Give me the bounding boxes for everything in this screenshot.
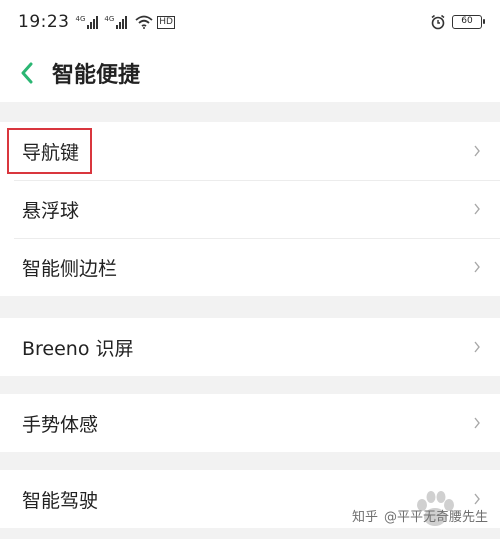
watermark-author: @平平无奇腰先生 bbox=[383, 510, 488, 525]
chevron-right-icon bbox=[474, 203, 480, 215]
page-title: 智能便捷 bbox=[52, 63, 141, 88]
alarm-clock-icon bbox=[431, 14, 445, 30]
settings-item-label: 智能侧边栏 bbox=[22, 257, 118, 280]
settings-item-gestures[interactable]: 手势体感 bbox=[0, 394, 500, 452]
settings-screen: 19:23 4G 4G HD 60 智能便捷 导航键 悬浮球 智能侧边栏 Bre… bbox=[0, 0, 500, 539]
settings-item-floating-ball[interactable]: 悬浮球 bbox=[0, 180, 500, 238]
back-arrow-icon[interactable] bbox=[14, 58, 40, 88]
settings-item-label: 悬浮球 bbox=[22, 199, 80, 222]
chevron-right-icon bbox=[474, 261, 480, 273]
signal-tag: 4G bbox=[75, 15, 86, 23]
settings-group-1: 导航键 悬浮球 智能侧边栏 bbox=[0, 122, 500, 296]
chevron-right-icon bbox=[474, 417, 480, 429]
settings-item-smart-sidebar[interactable]: 智能侧边栏 bbox=[0, 238, 500, 296]
settings-item-label: 手势体感 bbox=[22, 413, 99, 436]
status-time: 19:23 bbox=[18, 12, 70, 32]
settings-group-3: 手势体感 bbox=[0, 394, 500, 452]
chevron-right-icon bbox=[474, 493, 480, 505]
signal-tag: 4G bbox=[104, 15, 115, 23]
settings-group-2: Breeno 识屏 bbox=[0, 318, 500, 376]
settings-item-breeno-screen[interactable]: Breeno 识屏 bbox=[0, 318, 500, 376]
settings-item-label: 智能驾驶 bbox=[22, 489, 99, 512]
battery-icon: 60 bbox=[452, 15, 485, 29]
watermark-site: 知乎 bbox=[351, 510, 378, 525]
signal-icon-sim2: 4G bbox=[104, 15, 128, 29]
wifi-icon bbox=[135, 15, 153, 29]
hd-icon: HD bbox=[157, 15, 175, 29]
header-bar: 智能便捷 bbox=[0, 44, 500, 102]
status-bar: 19:23 4G 4G HD 60 bbox=[0, 0, 500, 44]
settings-item-label: 导航键 bbox=[22, 141, 80, 164]
signal-icon-sim1: 4G bbox=[76, 15, 99, 29]
settings-item-label: Breeno 识屏 bbox=[22, 337, 134, 360]
chevron-right-icon bbox=[474, 145, 480, 157]
watermark: 知乎 @平平无奇腰先生 bbox=[352, 506, 488, 525]
settings-item-navigation-keys[interactable]: 导航键 bbox=[0, 122, 500, 180]
status-right: 60 bbox=[430, 14, 485, 30]
chevron-right-icon bbox=[474, 341, 480, 353]
